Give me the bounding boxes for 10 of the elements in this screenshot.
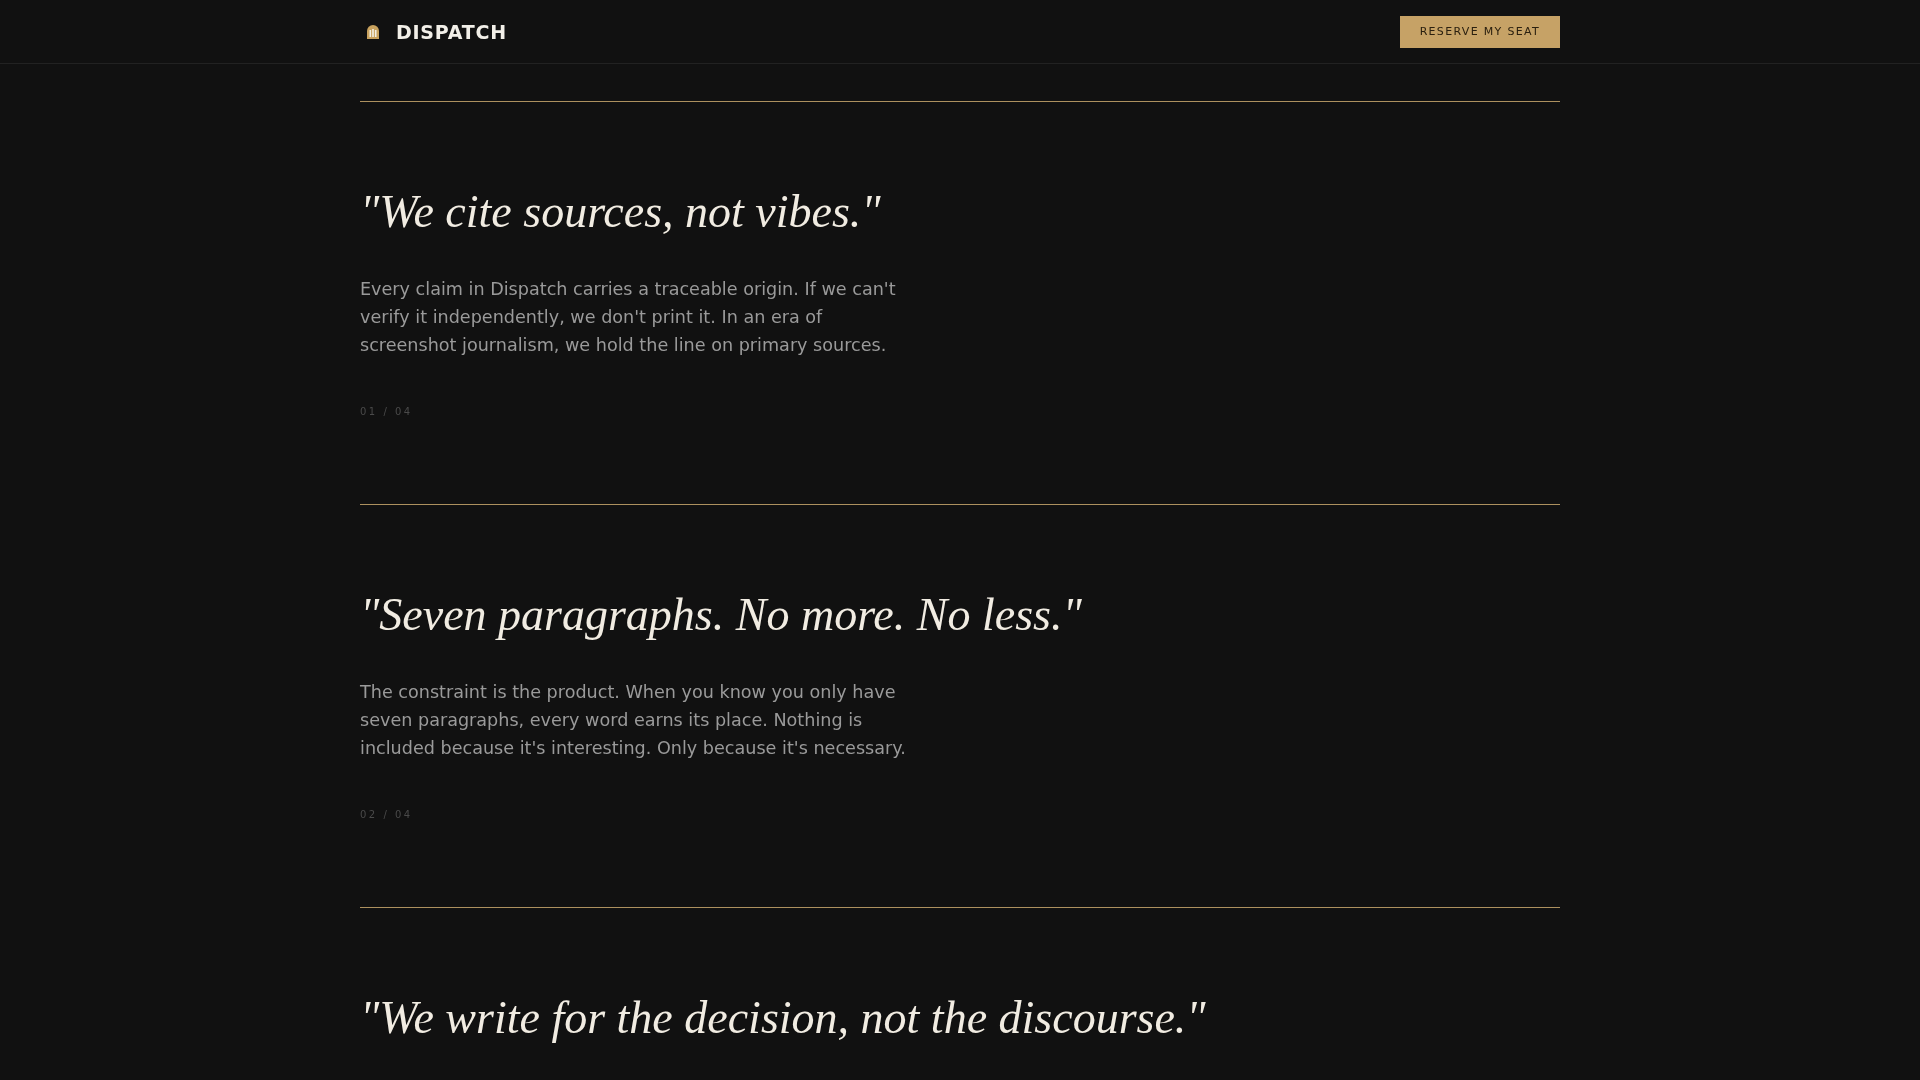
building-icon — [366, 24, 380, 39]
quote-heading: "We cite sources, not vibes." — [360, 185, 881, 239]
quote-heading: "We write for the decision, not the discourse." — [360, 991, 1206, 1045]
item-counter: 01 / 04 — [360, 405, 413, 419]
reserve-seat-button[interactable]: RESERVE MY SEAT — [1399, 15, 1560, 48]
principle-text: Every claim in Dispatch carries a traceable origin. If we can't verify it independently, we don't print it. In an era of screenshot journalism, we hold the line on primary sources. — [360, 278, 897, 357]
item-counter: 02 / 04 — [360, 808, 413, 822]
principle-text: The constraint is the product. When you know you only have seven paragraphs, every word earns its place. Nothing is included because it's interesting. Only because it's necessary. — [360, 681, 907, 760]
quote-heading: "Seven paragraphs. No more. No less." — [360, 588, 1082, 642]
brand-name[interactable]: DISPATCH — [396, 20, 507, 43]
